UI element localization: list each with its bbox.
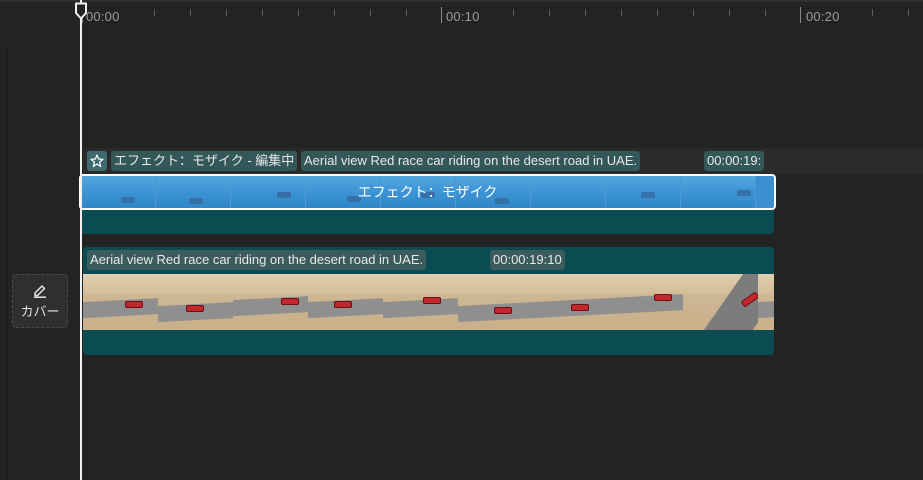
video-clip[interactable]: Aerial view Red race car riding on the d… [83, 247, 774, 355]
ruler-tick [513, 9, 514, 16]
effect-clip-title-chip: Aerial view Red race car riding on the d… [301, 151, 641, 171]
video-thumbnail [158, 274, 233, 330]
cover-button[interactable]: カバー [12, 274, 68, 328]
ruler-tick [262, 9, 263, 16]
ruler-tick [190, 9, 191, 16]
ruler-tick [370, 9, 371, 16]
video-thumbnail [533, 274, 608, 330]
ruler-tick [298, 9, 299, 16]
cover-button-label: カバー [20, 304, 60, 319]
ruler-tick [406, 9, 407, 16]
ruler-tick [621, 9, 622, 16]
effect-duration-chip: 00:00:19: [704, 151, 765, 171]
ruler-tick [334, 9, 335, 16]
timeline-ruler[interactable]: 00:00 00:10 00:20 [0, 0, 923, 36]
ruler-tick [549, 9, 550, 16]
effect-track-header[interactable]: エフェクト：モザイク - 編集中 Aerial view Red race ca… [83, 148, 923, 174]
ruler-tick [585, 9, 586, 16]
effect-editing-chip: エフェクト：モザイク - 編集中 [111, 151, 298, 171]
ruler-tick [226, 9, 227, 16]
ruler-label: 00:20 [806, 9, 840, 24]
track-header-divider [7, 44, 8, 480]
video-filmstrip [83, 274, 774, 330]
effect-clip-label: エフェクト：モザイク [357, 184, 498, 200]
ruler-major-tick [441, 7, 442, 23]
playhead-handle-icon[interactable] [74, 2, 88, 20]
effect-star-icon[interactable] [87, 151, 107, 171]
ruler-top-border [0, 0, 923, 2]
video-thumbnail [758, 274, 774, 330]
video-thumbnail [308, 274, 383, 330]
video-thumbnail [233, 274, 308, 330]
pen-icon [34, 285, 46, 298]
ruler-tick [729, 9, 730, 16]
video-thumbnail [608, 274, 683, 330]
ruler-tick [154, 9, 155, 16]
ruler-tick [765, 9, 766, 16]
video-clip-title-chip: Aerial view Red race car riding on the d… [87, 250, 427, 270]
video-thumbnail [683, 274, 758, 330]
ruler-tick [908, 9, 909, 16]
ruler-tick [657, 9, 658, 16]
ruler-major-tick [800, 7, 801, 23]
effect-star-glyph [90, 154, 104, 168]
video-thumbnail [458, 274, 533, 330]
video-thumbnail [383, 274, 458, 330]
effect-clip-selected[interactable]: エフェクト：モザイク [79, 174, 776, 210]
effect-track-body [81, 210, 774, 234]
ruler-label: 00:00 [86, 9, 120, 24]
ruler-tick [693, 9, 694, 16]
ruler-tick [872, 9, 873, 16]
playhead-line[interactable] [80, 0, 82, 480]
video-duration-chip: 00:00:19:10 [490, 250, 565, 270]
video-thumbnail [83, 274, 158, 330]
ruler-label: 00:10 [446, 9, 480, 24]
